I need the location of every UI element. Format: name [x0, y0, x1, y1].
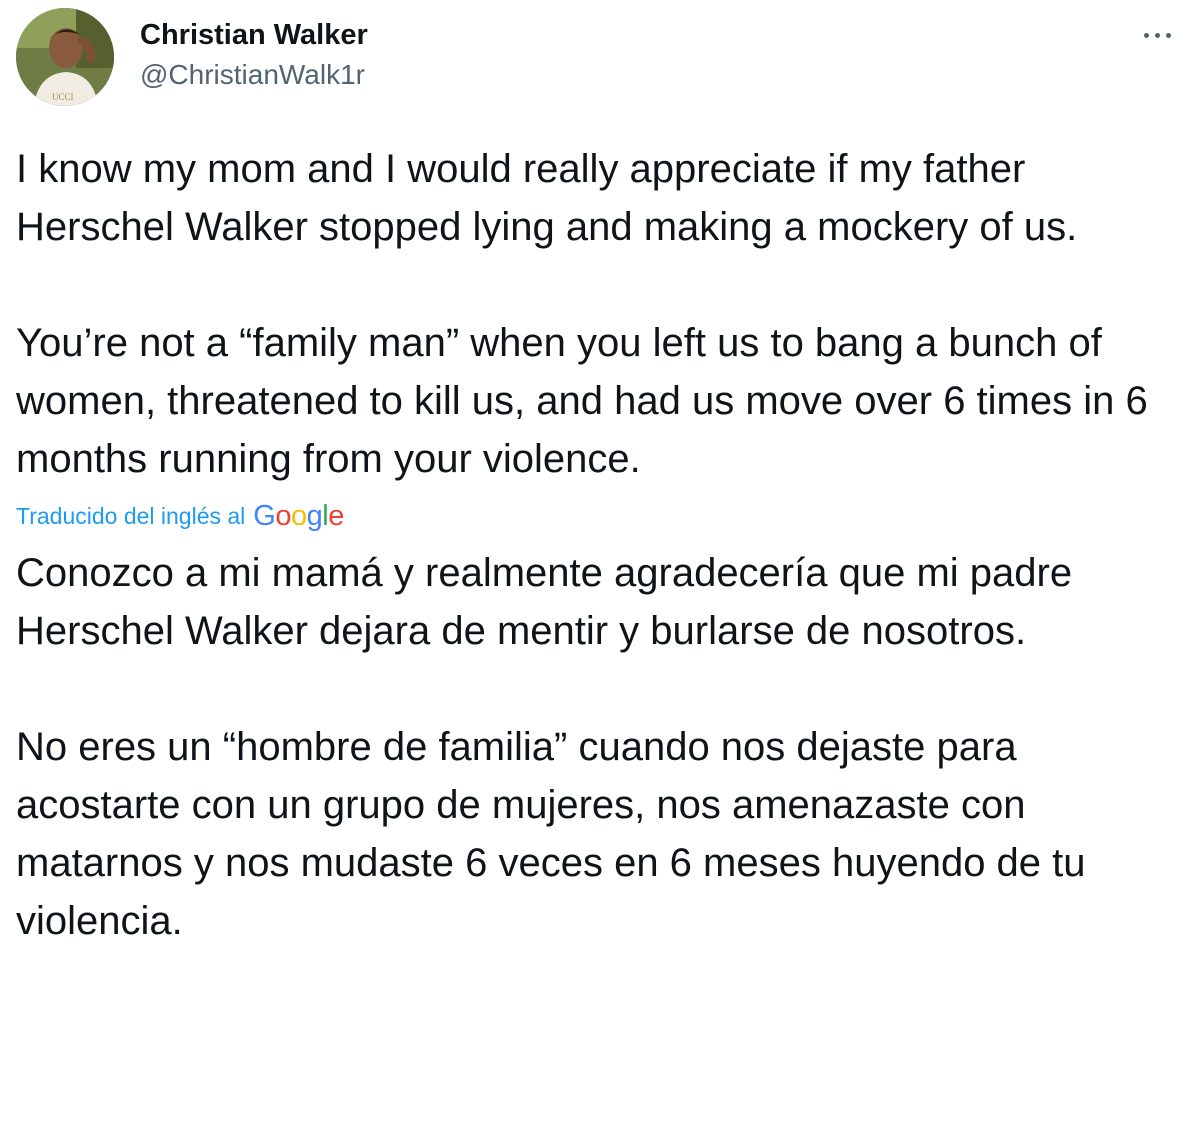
- translation-label: Traducido del inglés al: [16, 503, 246, 529]
- avatar-shirt-print: UCCI: [52, 92, 74, 102]
- google-logo: Google: [253, 500, 344, 532]
- translation-attribution[interactable]: Traducido del inglés al Google: [16, 490, 1184, 542]
- ellipsis-icon: [1166, 33, 1171, 38]
- tweet: UCCI Christian Walker @ChristianWalk1r I…: [0, 0, 1200, 1130]
- more-options-button[interactable]: [1138, 20, 1178, 48]
- avatar-image: UCCI: [16, 8, 114, 106]
- tweet-text-paragraph: I know my mom and I would really appreci…: [16, 147, 1078, 249]
- author-names: Christian Walker @ChristianWalk1r: [140, 18, 368, 92]
- tweet-header: UCCI Christian Walker @ChristianWalk1r: [16, 8, 1184, 108]
- ellipsis-icon: [1144, 33, 1149, 38]
- tweet-body: I know my mom and I would really appreci…: [16, 140, 1184, 950]
- user-handle[interactable]: @ChristianWalk1r: [140, 58, 368, 92]
- translated-text-paragraph: Conozco a mi mamá y realmente agradecerí…: [16, 551, 1073, 653]
- tweet-text-paragraph: You’re not a “family man” when you left …: [16, 321, 1148, 481]
- translated-text-paragraph: No eres un “hombre de familia” cuando no…: [16, 725, 1086, 943]
- avatar[interactable]: UCCI: [16, 8, 114, 106]
- display-name[interactable]: Christian Walker: [140, 18, 368, 52]
- ellipsis-icon: [1155, 33, 1160, 38]
